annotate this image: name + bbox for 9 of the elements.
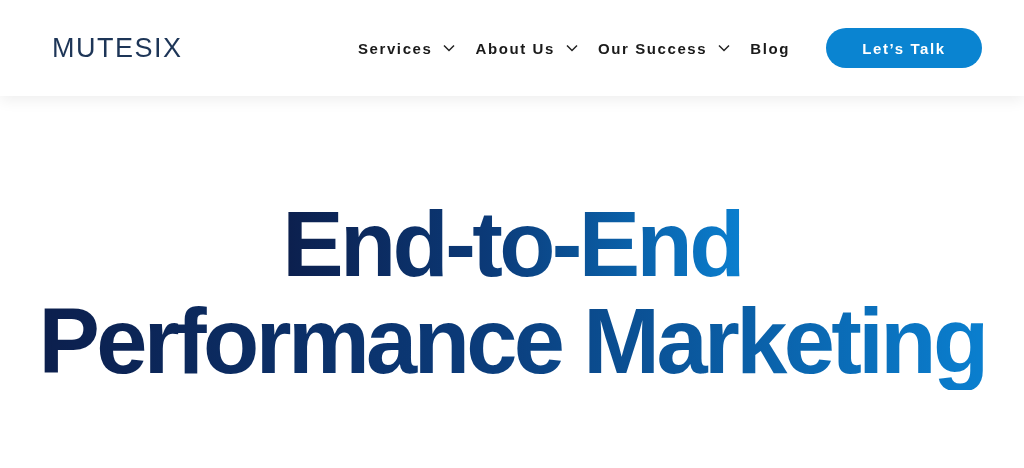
nav-link[interactable]: About Us [475,39,578,57]
caret-icon [718,44,731,52]
caret-icon [443,44,456,52]
logo[interactable]: MUTESIX [52,32,183,64]
caret-icon [565,44,578,52]
nav-link[interactable]: Our Success [597,39,731,57]
nav-link[interactable]: Services [357,39,456,57]
nav-link[interactable]: Blog [750,39,790,57]
lets-talk-button[interactable]: Let’s Talk [826,28,982,68]
